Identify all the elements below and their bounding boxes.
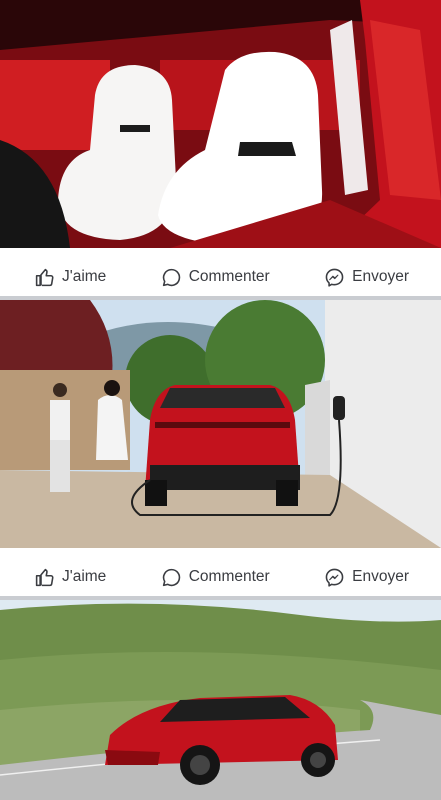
post-actions-2: J'aime Commenter Envoyer	[0, 552, 441, 602]
like-label: J'aime	[62, 268, 107, 285]
comment-button[interactable]: Commenter	[161, 267, 270, 288]
interior-photo	[0, 0, 441, 248]
thumbs-up-icon	[35, 268, 54, 286]
post-actions-1: J'aime Commenter Envoyer	[0, 252, 441, 302]
like-button[interactable]: J'aime	[34, 267, 106, 288]
comment-button[interactable]: Commenter	[161, 567, 270, 588]
post-image-road[interactable]	[0, 600, 441, 800]
comment-bubble-icon	[162, 268, 180, 286]
messenger-icon	[325, 268, 344, 287]
thumbs-up-icon	[35, 568, 54, 586]
send-button[interactable]: Envoyer	[324, 267, 409, 288]
feed: J'aime Commenter Envoyer J'aime Commente…	[0, 0, 441, 800]
like-button[interactable]: J'aime	[34, 567, 106, 588]
charging-photo	[0, 300, 441, 548]
like-label: J'aime	[62, 568, 107, 585]
post-image-interior[interactable]	[0, 0, 441, 248]
comment-bubble-icon	[162, 568, 180, 586]
comment-label: Commenter	[188, 568, 270, 585]
send-label: Envoyer	[352, 568, 409, 585]
send-label: Envoyer	[352, 268, 409, 285]
send-button[interactable]: Envoyer	[324, 567, 409, 588]
post-image-charging[interactable]	[0, 300, 441, 548]
messenger-icon	[325, 568, 344, 587]
comment-label: Commenter	[188, 268, 270, 285]
road-photo	[0, 600, 441, 800]
